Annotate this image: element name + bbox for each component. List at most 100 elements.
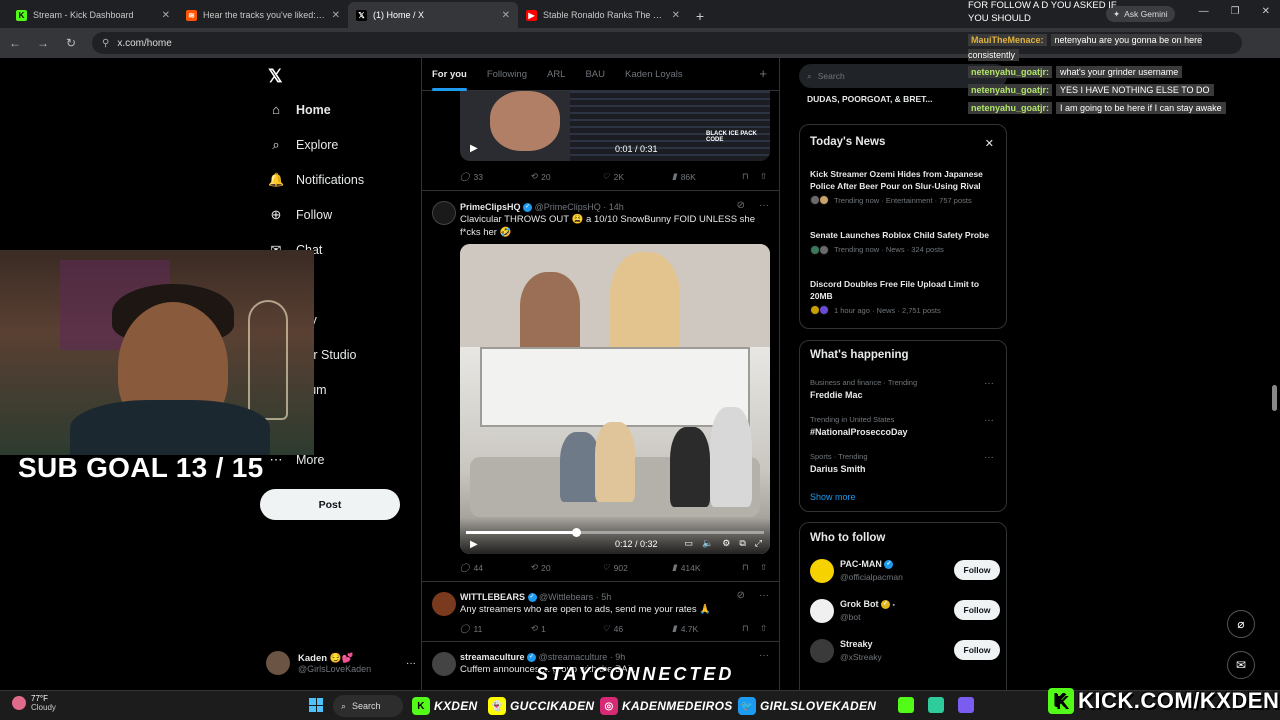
- nav-notifications[interactable]: 🔔 Notifications: [268, 172, 364, 188]
- new-tab-button[interactable]: +: [688, 4, 712, 28]
- views-button[interactable]: ▮ 414K: [672, 562, 701, 573]
- more-icon[interactable]: ···: [759, 200, 769, 211]
- repost-button[interactable]: ⟲ 1: [530, 623, 546, 634]
- play-icon[interactable]: ▶: [470, 539, 478, 550]
- bookmark-icon[interactable]: ⊓: [742, 623, 749, 634]
- trend-item[interactable]: Sports · Trending Darius Smith ···: [810, 452, 1000, 474]
- account-switcher[interactable]: Kaden 😏💕 @GirlsLoveKaden ···: [266, 646, 416, 680]
- nav-explore[interactable]: ⌕ Explore: [268, 137, 338, 153]
- fullscreen-icon[interactable]: ⤢: [755, 538, 762, 549]
- views-button[interactable]: ▮ 4.7K: [672, 623, 698, 634]
- reply-button[interactable]: ◯ 33: [460, 171, 483, 182]
- volume-icon[interactable]: 🔈: [702, 538, 713, 549]
- app-icon[interactable]: [958, 697, 974, 713]
- like-button[interactable]: ♡ 46: [602, 623, 623, 634]
- post-button[interactable]: Post: [260, 489, 400, 520]
- main-feed: BLACK ICE PACK CODE ▶ 0:01 / 0:31 ◯ 33 ⟲ 2…: [421, 58, 780, 693]
- close-icon[interactable]: ✕: [332, 10, 340, 21]
- grok-icon[interactable]: ⊘: [737, 200, 745, 211]
- scrollbar[interactable]: [1272, 385, 1277, 411]
- browser-tab-kick[interactable]: K Stream - Kick Dashboard ✕: [8, 2, 178, 28]
- repost-button[interactable]: ⟲ 20: [530, 562, 551, 573]
- news-item[interactable]: Kick Streamer Ozemi Hides from Japanese …: [810, 169, 1000, 205]
- tab-bau[interactable]: BAU: [575, 58, 615, 91]
- tweet[interactable]: WITTLEBEARS ✓ @Wittlebears · 5h ⊘ ··· An…: [422, 581, 779, 641]
- grok-icon[interactable]: ⌀: [1227, 610, 1255, 638]
- tweet[interactable]: PrimeClipsHQ ✓ @PrimeClipsHQ · 14h ⊘ ···…: [422, 190, 779, 581]
- weather-widget[interactable]: 77°F Cloudy: [12, 694, 56, 712]
- browser-tab-youtube[interactable]: ▶ Stable Ronaldo Ranks The Hott ✕: [518, 2, 688, 28]
- like-button[interactable]: ♡ 2K: [602, 171, 624, 182]
- follow-button[interactable]: Follow: [954, 560, 1000, 580]
- trend-item[interactable]: Business and finance · Trending Freddie …: [810, 378, 1000, 400]
- settings-icon[interactable]: ⚙: [722, 538, 730, 549]
- bookmark-icon[interactable]: ⊓: [742, 171, 749, 182]
- trend-item[interactable]: Trending in United States #NationalProse…: [810, 415, 1000, 437]
- share-icon[interactable]: ⇧: [760, 562, 767, 573]
- show-more-link[interactable]: Show more: [810, 492, 856, 502]
- reply-button[interactable]: ◯ 11: [460, 623, 482, 634]
- promoted-card-title[interactable]: DUDAS, POORGOAT, & BRET...: [807, 94, 932, 104]
- like-button[interactable]: ♡ 902: [602, 562, 628, 573]
- tab-following[interactable]: Following: [477, 58, 537, 91]
- app-icon[interactable]: [928, 697, 944, 713]
- author-name[interactable]: PrimeClipsHQ: [460, 202, 521, 212]
- x-logo-icon[interactable]: 𝕏: [268, 66, 283, 87]
- more-icon[interactable]: ···: [984, 415, 994, 426]
- browser-tab-x[interactable]: 𝕏 (1) Home / X ✕: [348, 2, 518, 28]
- nav-follow[interactable]: ⊕ Follow: [268, 207, 333, 223]
- pip-icon[interactable]: ⧉: [739, 538, 745, 549]
- news-item[interactable]: Senate Launches Roblox Child Safety Prob…: [810, 230, 1000, 255]
- follow-button[interactable]: Follow: [954, 600, 1000, 620]
- reply-button[interactable]: ◯ 44: [460, 562, 483, 573]
- grok-icon[interactable]: ⊘: [737, 590, 745, 601]
- follow-suggestion[interactable]: Grok Bot ✓ ▪ @bot Follow: [810, 597, 1000, 625]
- author-handle[interactable]: @PrimeClipsHQ: [535, 202, 601, 212]
- author-handle[interactable]: @streamaculture: [539, 652, 608, 662]
- bookmark-icon[interactable]: ⊓: [742, 562, 749, 573]
- close-icon[interactable]: ✕: [502, 10, 510, 21]
- author-handle[interactable]: @Wittlebears: [539, 592, 593, 602]
- taskbar-search[interactable]: ⌕ Search: [333, 695, 403, 717]
- reply-icon: ◯: [460, 623, 470, 633]
- more-icon[interactable]: ···: [984, 378, 994, 389]
- windows-start-icon[interactable]: [309, 698, 323, 712]
- todays-news-card: Today's News ✕ Kick Streamer Ozemi Hides…: [799, 124, 1007, 329]
- kick-app-icon[interactable]: [898, 697, 914, 713]
- captions-icon[interactable]: ▭: [685, 538, 694, 549]
- forward-icon[interactable]: →: [36, 36, 50, 50]
- close-window-icon[interactable]: ✕: [1262, 6, 1270, 17]
- play-icon[interactable]: ▶: [470, 143, 478, 154]
- news-item[interactable]: Discord Doubles Free File Upload Limit t…: [810, 279, 1000, 315]
- more-icon[interactable]: ···: [759, 650, 769, 661]
- close-icon[interactable]: ✕: [162, 10, 170, 21]
- repost-button[interactable]: ⟲ 20: [530, 171, 551, 182]
- follow-button[interactable]: Follow: [954, 640, 1000, 660]
- reload-icon[interactable]: ↻: [64, 36, 78, 50]
- follow-suggestion[interactable]: Streaky @xStreaky Follow: [810, 637, 1000, 665]
- video-player[interactable]: ▶ 0:12 / 0:32 ▭ 🔈 ⚙ ⧉ ⤢: [460, 244, 770, 554]
- tab-kaden-loyals[interactable]: Kaden Loyals: [615, 58, 693, 91]
- share-icon[interactable]: ⇧: [760, 623, 767, 634]
- author-name[interactable]: streamaculture: [460, 652, 525, 662]
- more-icon[interactable]: ···: [759, 590, 769, 601]
- site-info-icon[interactable]: ⚲: [102, 38, 109, 49]
- nav-home[interactable]: ⌂ Home: [268, 102, 331, 117]
- author-name[interactable]: WITTLEBEARS: [460, 592, 525, 602]
- browser-tab-soundcloud[interactable]: ≋ Hear the tracks you've liked: on ✕: [178, 2, 348, 28]
- views-button[interactable]: ▮ 86K: [672, 171, 696, 182]
- back-icon[interactable]: ←: [8, 36, 22, 50]
- follow-suggestion[interactable]: PAC-MAN ✓ @officialpacman Follow: [810, 557, 1000, 585]
- video-player[interactable]: BLACK ICE PACK CODE ▶ 0:01 / 0:31: [460, 91, 770, 161]
- add-tab-icon[interactable]: +: [759, 66, 767, 81]
- close-icon[interactable]: ✕: [672, 10, 680, 21]
- messages-icon[interactable]: ✉: [1227, 651, 1255, 679]
- more-icon[interactable]: ···: [406, 658, 416, 669]
- video-progress-bar[interactable]: [466, 528, 764, 537]
- close-icon[interactable]: ✕: [985, 137, 994, 150]
- tab-for-you[interactable]: For you: [422, 58, 477, 91]
- video-scrubber[interactable]: [572, 528, 582, 537]
- more-icon[interactable]: ···: [984, 452, 994, 463]
- share-icon[interactable]: ⇧: [760, 171, 767, 182]
- tab-arl[interactable]: ARL: [537, 58, 575, 91]
